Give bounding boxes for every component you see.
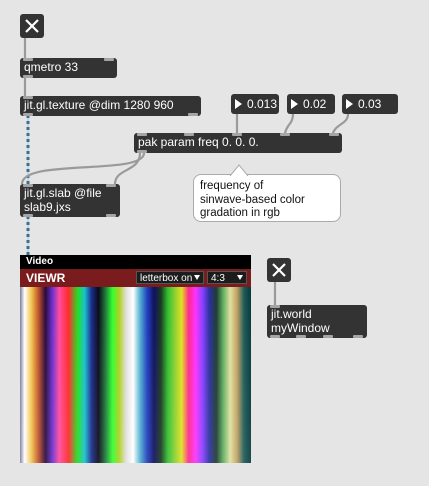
inlet[interactable]: [106, 184, 116, 187]
video-canvas: [20, 287, 251, 463]
number-box[interactable]: 0.03: [342, 94, 398, 114]
texture-object[interactable]: jit.gl.texture @dim 1280 960: [20, 96, 201, 116]
comment-freq: frequency of sinwave-based color gradati…: [193, 174, 341, 222]
outlet[interactable]: [270, 335, 280, 338]
toggle-world[interactable]: [267, 258, 291, 282]
dropdown-arrow-icon: [194, 275, 200, 280]
inlet[interactable]: [23, 184, 33, 187]
toggle-metro[interactable]: [20, 14, 44, 38]
object-label: jit.gl.slab @file slab9.jxs: [24, 186, 102, 214]
play-triangle-icon: [346, 99, 353, 109]
outlet[interactable]: [106, 214, 116, 217]
letterbox-select-value: letterbox on: [140, 273, 193, 284]
inlet[interactable]: [280, 133, 290, 136]
x-icon: [25, 19, 39, 33]
number-box[interactable]: 0.02: [287, 94, 335, 114]
viewer-header: VIEWR letterbox on 4:3: [20, 269, 251, 287]
inlet[interactable]: [270, 305, 280, 308]
inlet[interactable]: [232, 133, 242, 136]
outlet[interactable]: [353, 335, 363, 338]
number-box[interactable]: 0.013: [231, 94, 279, 114]
number-value: 0.013: [247, 97, 278, 111]
inlet[interactable]: [23, 96, 33, 99]
aspect-select-value: 4:3: [211, 273, 225, 284]
outlet[interactable]: [323, 335, 333, 338]
slab-object[interactable]: jit.gl.slab @file slab9.jxs: [20, 184, 120, 217]
play-triangle-icon: [291, 99, 298, 109]
letterbox-select[interactable]: letterbox on: [136, 271, 204, 284]
object-label: jit.gl.texture @dim 1280 960: [24, 98, 174, 112]
outlet[interactable]: [23, 214, 33, 217]
outlet[interactable]: [296, 335, 306, 338]
inlet[interactable]: [104, 58, 114, 61]
inlet[interactable]: [137, 133, 147, 136]
outlet[interactable]: [137, 150, 147, 153]
inlet[interactable]: [23, 58, 33, 61]
outlet[interactable]: [23, 75, 33, 78]
outlet[interactable]: [23, 113, 33, 116]
viewer-title: Video: [20, 255, 251, 269]
world-object[interactable]: jit.world myWindow: [267, 305, 367, 338]
comment-pointer-top: [229, 164, 249, 176]
object-label: pak param freq 0. 0. 0.: [138, 135, 259, 149]
object-label: qmetro 33: [24, 60, 79, 74]
inlet[interactable]: [184, 133, 194, 136]
dropdown-arrow-icon: [237, 275, 243, 280]
outlet[interactable]: [188, 113, 198, 116]
number-value: 0.02: [303, 97, 327, 111]
number-value: 0.03: [358, 97, 382, 111]
viewer-name: VIEWR: [26, 271, 66, 285]
inlet[interactable]: [329, 133, 339, 136]
play-triangle-icon: [235, 99, 242, 109]
object-label: jit.world myWindow: [271, 307, 330, 335]
pak-object[interactable]: pak param freq 0. 0. 0.: [134, 133, 342, 153]
qmetro-object[interactable]: qmetro 33: [20, 58, 117, 78]
x-icon: [272, 263, 286, 277]
aspect-select[interactable]: 4:3: [207, 271, 247, 284]
video-viewer[interactable]: Video VIEWR letterbox on 4:3: [20, 255, 251, 463]
